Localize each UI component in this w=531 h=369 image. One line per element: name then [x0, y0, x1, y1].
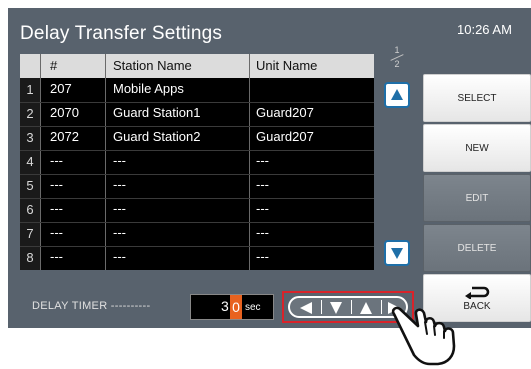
row-number: 207	[50, 81, 72, 96]
row-number: ---	[50, 153, 63, 168]
row-number: ---	[50, 201, 63, 216]
pointing-hand-icon	[391, 306, 456, 366]
delay-timer-digit-ones-selected: 0	[230, 295, 242, 319]
page-title: Delay Transfer Settings	[20, 23, 223, 44]
page-current: 1	[394, 45, 400, 55]
page-indicator: 1 2	[386, 46, 408, 69]
row-number: ---	[50, 225, 63, 240]
scroll-up-button[interactable]	[384, 82, 410, 108]
row-number: 2072	[50, 129, 79, 144]
down-triangle-icon	[330, 302, 342, 314]
row-unit-name: ---	[256, 177, 269, 192]
row-index: 2	[26, 106, 34, 121]
table-header: # Station Name Unit Name	[20, 54, 374, 78]
cursor-up-button[interactable]	[352, 299, 380, 317]
edit-button[interactable]: EDIT	[423, 174, 531, 222]
row-unit-name: ---	[256, 201, 269, 216]
up-triangle-icon	[360, 302, 372, 314]
up-triangle-icon	[391, 89, 403, 100]
row-unit-name: Guard207	[256, 129, 314, 144]
down-triangle-icon	[391, 248, 403, 259]
row-unit-name: ---	[256, 249, 269, 264]
page-total: 2	[394, 59, 400, 69]
cursor-left-button[interactable]	[292, 299, 320, 317]
row-unit-name: ---	[256, 153, 269, 168]
left-triangle-icon	[300, 302, 312, 314]
row-number: ---	[50, 249, 63, 264]
row-station-name: ---	[113, 177, 126, 192]
row-number: 2070	[50, 105, 79, 120]
cursor-down-button[interactable]	[322, 299, 350, 317]
row-unit-name: Guard207	[256, 105, 314, 120]
row-index: 5	[26, 178, 34, 193]
scroll-down-button[interactable]	[384, 240, 410, 266]
row-station-name: ---	[113, 153, 126, 168]
row-station-name: Guard Station2	[113, 129, 201, 144]
clock: 10:26 AM	[457, 22, 512, 37]
delete-button[interactable]: DELETE	[423, 224, 531, 272]
back-button-label: BACK	[463, 300, 491, 312]
column-header-unit-name: Unit Name	[256, 58, 318, 73]
select-button[interactable]: SELECT	[423, 74, 531, 122]
row-station-name: ---	[113, 249, 126, 264]
row-station-name: Guard Station1	[113, 105, 201, 120]
back-arrow-icon	[465, 286, 490, 299]
row-station-name: Mobile Apps	[113, 81, 184, 96]
delay-timer-unit: sec	[245, 302, 261, 313]
delay-timer-digit-tens: 3	[221, 298, 229, 314]
column-header-number: #	[50, 58, 58, 73]
delay-timer-field[interactable]: 3 0 sec	[190, 294, 274, 320]
row-number: ---	[50, 177, 63, 192]
row-index: 7	[26, 226, 34, 241]
station-table: # Station Name Unit Name 1 207 Mobile Ap…	[20, 54, 374, 270]
delay-timer-label: DELAY TIMER ----------	[32, 300, 151, 312]
row-index: 1	[26, 82, 34, 97]
row-index: 8	[26, 250, 34, 265]
column-header-station-name: Station Name	[113, 58, 192, 73]
row-index: 4	[26, 154, 34, 169]
row-index: 6	[26, 202, 34, 217]
row-index: 3	[26, 130, 34, 145]
row-station-name: ---	[113, 201, 126, 216]
row-unit-name: ---	[256, 225, 269, 240]
row-station-name: ---	[113, 225, 126, 240]
new-button[interactable]: NEW	[423, 124, 531, 172]
